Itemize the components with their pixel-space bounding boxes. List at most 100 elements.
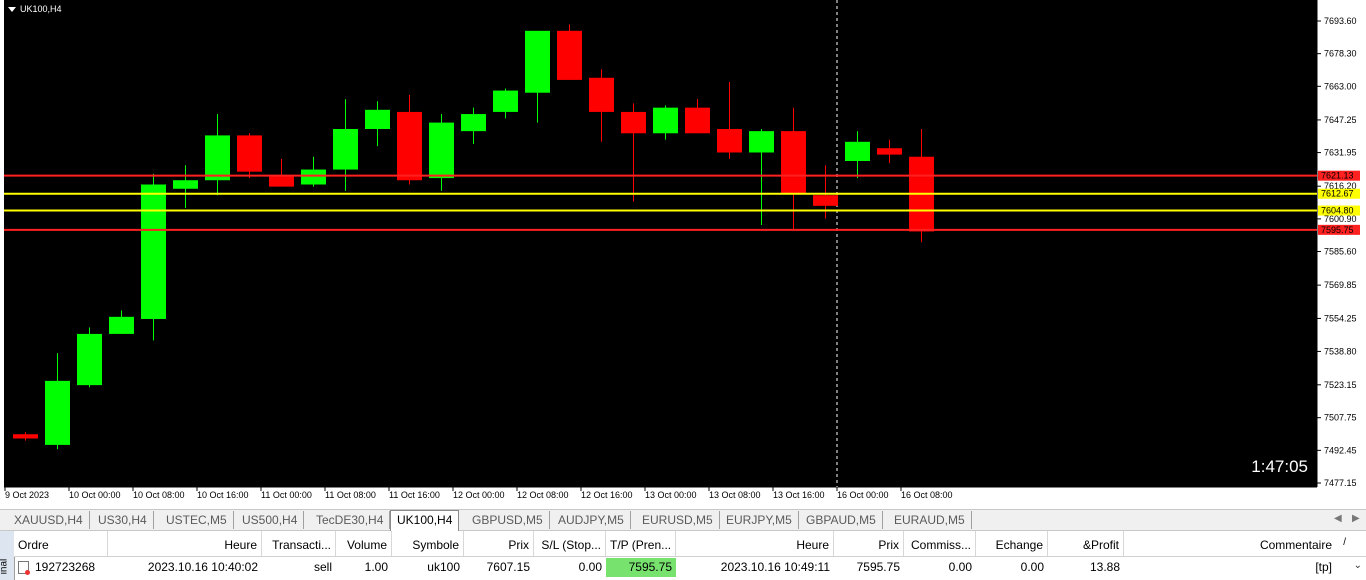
bull-candle xyxy=(365,109,390,130)
tab-tecde30-h4[interactable]: TecDE30,H4 xyxy=(310,511,391,529)
bull-candle xyxy=(77,333,102,386)
time-tick-label: 13 Oct 00:00 xyxy=(645,490,697,500)
col-tp[interactable]: T/P (Pren... xyxy=(606,531,676,556)
cell-heure-open: 2023.10.16 10:40:02 xyxy=(147,560,258,574)
col-symbole[interactable]: Symbole xyxy=(392,531,464,556)
bull-candle xyxy=(141,184,166,319)
bull-candle xyxy=(653,107,678,134)
tab-ustec-m5[interactable]: USTEC,M5 xyxy=(160,511,234,529)
bull-candle xyxy=(109,316,134,334)
col-heure-open[interactable]: Heure xyxy=(108,531,262,556)
table-row[interactable]: 192723268 2023.10.16 10:40:02 sell 1.00 … xyxy=(14,558,1366,577)
time-tick-label: 11 Oct 00:00 xyxy=(261,490,312,500)
bear-candle xyxy=(269,175,294,187)
time-tick-label: 11 Oct 08:00 xyxy=(325,490,376,500)
bull-candle xyxy=(845,141,870,162)
candlestick-chart[interactable]: 7693.607678.307663.007647.257631.957616.… xyxy=(0,0,1366,506)
price-tick-label: 7585.60 xyxy=(1324,247,1357,257)
bull-candle xyxy=(749,131,774,153)
bear-candle xyxy=(877,148,902,155)
tab-eurjpy-m5[interactable]: EURJPY,M5 xyxy=(720,511,799,529)
history-table-header: Ordre Heure Transacti... Volume Symbole … xyxy=(14,531,1366,557)
bear-candle xyxy=(813,195,838,206)
tab-euraud-m5[interactable]: EURAUD,M5 xyxy=(888,511,972,529)
time-tick-label: 13 Oct 08:00 xyxy=(709,490,761,500)
col-prix-close[interactable]: Prix xyxy=(834,531,904,556)
tabs-scroll-right-icon[interactable]: ▶ xyxy=(1352,513,1360,524)
bear-candle xyxy=(237,135,262,172)
chart-header[interactable]: UK100,H4 xyxy=(8,4,62,14)
time-tick-label: 11 Oct 16:00 xyxy=(389,490,440,500)
bull-candle xyxy=(173,180,198,189)
time-tick-label: 10 Oct 00:00 xyxy=(69,490,121,500)
tab-eurusd-m5[interactable]: EURUSD,M5 xyxy=(636,511,720,529)
cell-echange: 0.00 xyxy=(1020,560,1044,574)
bull-candle xyxy=(461,114,486,132)
level-price-label: 7612.67 xyxy=(1321,189,1354,199)
bull-candle xyxy=(333,129,358,170)
cell-sl: 0.00 xyxy=(578,560,602,574)
bear-candle xyxy=(717,129,742,153)
col-volume[interactable]: Volume xyxy=(336,531,392,556)
price-tick-label: 7631.95 xyxy=(1324,148,1357,158)
cell-heure-close: 2023.10.16 10:49:11 xyxy=(720,560,830,574)
bull-candle xyxy=(45,380,70,445)
bull-candle xyxy=(525,30,550,93)
time-tick-label: 12 Oct 16:00 xyxy=(581,490,633,500)
time-tick-label: 10 Oct 16:00 xyxy=(197,490,249,500)
tab-xauusd-h4[interactable]: XAUUSD,H4 xyxy=(8,511,90,529)
order-sell-icon xyxy=(18,561,30,576)
price-tick-label: 7523.15 xyxy=(1324,380,1357,390)
col-transaction[interactable]: Transacti... xyxy=(262,531,336,556)
bear-candle xyxy=(557,30,582,80)
terminal-side-label[interactable]: inal xyxy=(0,531,15,580)
time-tick-label: 9 Oct 2023 xyxy=(5,490,49,500)
col-echange[interactable]: Echange xyxy=(976,531,1048,556)
cell-commission: 0.00 xyxy=(948,560,972,574)
bear-candle xyxy=(621,111,646,134)
bull-candle xyxy=(429,122,454,179)
col-commission[interactable]: Commiss... xyxy=(904,531,976,556)
cell-prix-close: 7595.75 xyxy=(856,560,900,574)
bull-candle xyxy=(493,90,518,112)
level-price-label: 7621.13 xyxy=(1321,171,1354,181)
price-tick-label: 7569.85 xyxy=(1324,280,1357,290)
level-price-label: 7604.80 xyxy=(1321,206,1354,216)
cell-transaction: sell xyxy=(313,560,332,574)
tab-uk100-h4[interactable]: UK100,H4 xyxy=(390,510,460,531)
tab-us30-h4[interactable]: US30,H4 xyxy=(92,511,154,529)
tab-audjpy-m5[interactable]: AUDJPY,M5 xyxy=(552,511,631,529)
time-tick-label: 16 Oct 08:00 xyxy=(901,490,953,500)
price-tick-label: 7647.25 xyxy=(1324,115,1357,125)
col-sl[interactable]: S/L (Stop... xyxy=(534,531,606,556)
time-tick-label: 16 Oct 00:00 xyxy=(837,490,889,500)
tabs-scroll-left-icon[interactable]: ◀ xyxy=(1334,513,1342,524)
bear-candle xyxy=(685,107,710,134)
chart-window[interactable]: 7693.60 7678.30 7663.00 7647.25 7631.95 7616.… xyxy=(0,0,1366,506)
tab-us500-h4[interactable]: US500,H4 xyxy=(236,511,305,529)
table-scroll-down-icon[interactable]: ⌄ xyxy=(1354,560,1362,571)
cell-profit: 13.88 xyxy=(1089,560,1120,574)
tab-gbpusd-m5[interactable]: GBPUSD,M5 xyxy=(466,511,550,529)
price-tick-label: 7477.15 xyxy=(1324,478,1357,488)
bear-candle xyxy=(397,111,422,181)
col-ordre[interactable]: Ordre xyxy=(14,531,108,556)
bull-candle xyxy=(205,135,230,181)
col-heure-close[interactable]: Heure xyxy=(676,531,834,556)
cell-tp: 7595.75 xyxy=(606,558,676,577)
symbol-timeframe: UK100,H4 xyxy=(20,4,62,14)
cell-symbole: uk100 xyxy=(427,560,460,574)
price-tick-label: 7693.60 xyxy=(1324,16,1357,26)
col-commentaire[interactable]: Commentaire xyxy=(1124,531,1336,556)
sort-icon[interactable]: / xyxy=(1343,537,1346,548)
level-price-label: 7595.75 xyxy=(1321,225,1354,235)
col-profit[interactable]: &Profit xyxy=(1048,531,1124,556)
tab-gbpaud-m5[interactable]: GBPAUD,M5 xyxy=(800,511,883,529)
bull-candle xyxy=(301,169,326,185)
dropdown-arrow-icon[interactable] xyxy=(8,6,16,12)
cell-ordre: 192723268 xyxy=(14,558,108,577)
time-tick-label: 12 Oct 00:00 xyxy=(453,490,505,500)
chart-tabs-bar: XAUUSD,H4 US30,H4 USTEC,M5 US500,H4 TecD… xyxy=(0,509,1366,531)
time-tick-label: 13 Oct 16:00 xyxy=(773,490,825,500)
col-prix-open[interactable]: Prix xyxy=(464,531,534,556)
